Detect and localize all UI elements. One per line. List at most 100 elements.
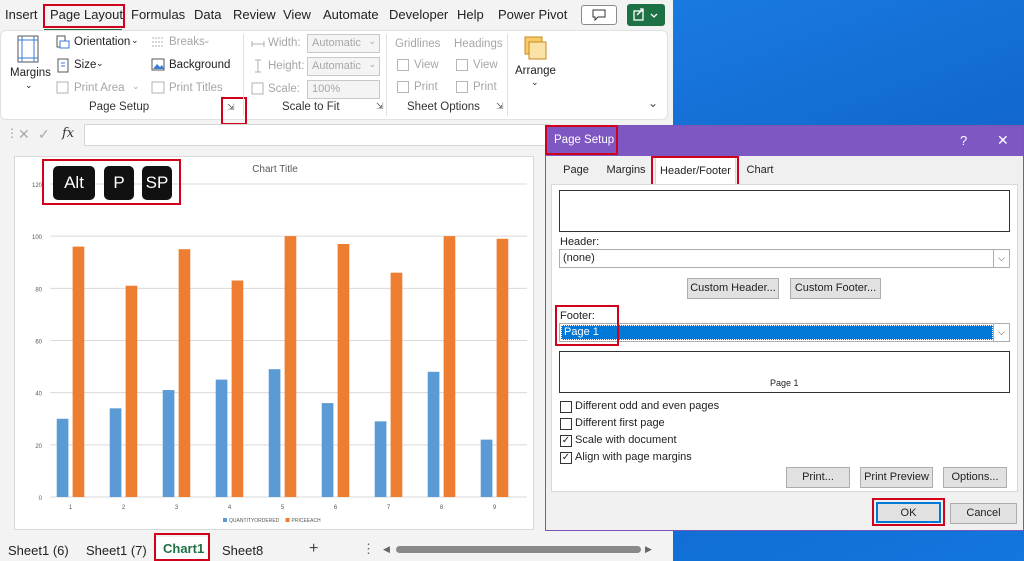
tab-margins[interactable]: Margins	[600, 159, 652, 183]
gridlines-print-label: Print	[414, 81, 438, 93]
scale-to-fit-group-title: Scale to Fit	[282, 101, 340, 113]
print-preview-button[interactable]: Print Preview	[860, 467, 933, 488]
highlight-shortcut-keys	[42, 159, 181, 205]
tab-insert[interactable]: Insert	[5, 7, 38, 22]
group-separator	[243, 34, 244, 116]
tab-data[interactable]: Data	[194, 7, 221, 22]
tab-review[interactable]: Review	[233, 7, 276, 22]
tab-page[interactable]: Page	[555, 159, 597, 183]
scale-spinner[interactable]: 100%	[307, 80, 380, 99]
chevron-down-icon: ⌄	[203, 35, 211, 45]
x-tick-label: 1	[69, 505, 73, 511]
x-tick-label: 5	[281, 505, 285, 511]
width-combobox[interactable]: Automatic ⌄	[307, 34, 380, 53]
height-combobox[interactable]: Automatic ⌄	[307, 57, 380, 76]
different-first-page-checkbox[interactable]: Different first page	[560, 417, 760, 432]
tab-developer[interactable]: Developer	[389, 7, 448, 22]
tab-view[interactable]: View	[283, 7, 311, 22]
cancel-button[interactable]: Cancel	[950, 503, 1017, 524]
chevron-down-icon: ⌵	[993, 250, 1009, 267]
close-button[interactable]: ✕	[997, 132, 1009, 149]
orientation-button[interactable]: Orientation ⌄	[56, 35, 146, 52]
tab-options-icon[interactable]: ⋮	[362, 541, 375, 557]
tab-chart[interactable]: Chart	[740, 159, 780, 183]
print-titles-button[interactable]: Print Titles	[151, 81, 226, 98]
checkbox-label: Align with page margins	[575, 451, 692, 463]
x-tick-label: 4	[228, 505, 232, 511]
bar-priceeach-6	[337, 243, 350, 497]
scale-with-document-checkbox[interactable]: ✓ Scale with document	[560, 434, 760, 449]
cancel-entry-icon[interactable]: ✕	[18, 126, 30, 143]
checkbox-label: Different odd and even pages	[575, 400, 720, 412]
chevron-down-icon: ⌄	[96, 58, 104, 68]
scale-dialog-launcher[interactable]: ⇲	[376, 101, 384, 112]
chart-area[interactable]: Chart Title 0 20 40 60 80 100 120 123456789 QU…	[14, 156, 534, 530]
gridlines-print-checkbox[interactable]	[397, 81, 409, 93]
tab-power-pivot[interactable]: Power Pivot	[498, 7, 567, 22]
share-icon	[633, 8, 658, 21]
size-button[interactable]: Size ⌄	[56, 58, 116, 75]
breaks-label: Breaks	[169, 36, 205, 48]
y-tick-label: 100	[32, 235, 43, 241]
height-value: Automatic	[312, 60, 361, 72]
print-area-button[interactable]: Print Area ⌄	[56, 81, 146, 98]
bar-quantityordered-6	[321, 403, 334, 497]
different-odd-even-checkbox[interactable]: Different odd and even pages	[560, 400, 760, 415]
tab-formulas[interactable]: Formulas	[131, 7, 185, 22]
height-icon	[255, 59, 261, 73]
breaks-button[interactable]: Breaks ⌄	[151, 35, 216, 52]
horizontal-scrollbar[interactable]	[396, 546, 641, 553]
comments-button[interactable]	[581, 5, 617, 25]
margins-button[interactable]: Margins ⌄	[8, 34, 51, 94]
sheet-tab-sheet1-7[interactable]: Sheet1 (7)	[86, 543, 147, 558]
custom-header-button[interactable]: Custom Header...	[687, 278, 779, 299]
y-tick-label: 20	[35, 444, 42, 450]
orientation-icon	[56, 35, 70, 49]
x-tick-label: 6	[334, 505, 338, 511]
options-button[interactable]: Options...	[943, 467, 1007, 488]
share-button[interactable]	[627, 4, 665, 26]
headings-view-label: View	[473, 59, 498, 71]
column-chart: Chart Title 020406080100120 123456789 QU…	[32, 164, 527, 524]
chevron-down-icon: ⌄	[531, 77, 539, 87]
bar-quantityordered-3	[162, 390, 175, 497]
comment-icon	[592, 9, 606, 21]
custom-footer-button[interactable]: Custom Footer...	[790, 278, 881, 299]
headings-print-checkbox[interactable]	[456, 81, 468, 93]
gridlines-view-checkbox[interactable]	[397, 59, 409, 71]
y-tick-label: 0	[39, 496, 43, 502]
background-image-icon	[151, 58, 165, 71]
help-button[interactable]: ?	[960, 133, 967, 148]
bar-priceeach-7	[390, 272, 403, 497]
highlight-chart1-tab	[154, 533, 210, 561]
legend-label: QUANTITYORDERED	[229, 518, 280, 524]
legend-swatch	[223, 518, 227, 522]
insert-function-icon[interactable]: fx	[62, 126, 74, 141]
align-with-margins-checkbox[interactable]: ✓ Align with page margins	[560, 451, 760, 466]
confirm-entry-icon[interactable]: ✓	[38, 126, 50, 143]
tab-help[interactable]: Help	[457, 7, 484, 22]
scroll-left-icon[interactable]: ◀	[383, 544, 390, 555]
footer-select[interactable]: Page 1 ⌵	[559, 323, 1010, 342]
tab-automate[interactable]: Automate	[323, 7, 379, 22]
header-select[interactable]: (none) ⌵	[559, 249, 1010, 268]
width-icon	[251, 41, 265, 47]
print-button[interactable]: Print...	[786, 467, 850, 488]
headings-view-checkbox[interactable]	[456, 59, 468, 71]
background-button[interactable]: Background	[151, 58, 236, 75]
bar-priceeach-3	[178, 249, 191, 497]
sheet-options-dialog-launcher[interactable]: ⇲	[496, 101, 504, 112]
highlight-page-layout-tab	[43, 4, 125, 28]
sheet-tab-sheet8[interactable]: Sheet8	[222, 543, 263, 558]
collapse-ribbon-chevron-icon[interactable]: ⌄	[648, 96, 658, 110]
sheet-tab-sheet1-6[interactable]: Sheet1 (6)	[8, 543, 69, 558]
formula-input[interactable]	[84, 124, 550, 146]
chevron-down-icon: ⌄	[368, 59, 376, 69]
scale-value: 100%	[312, 83, 341, 95]
scroll-right-icon[interactable]: ▶	[645, 544, 652, 555]
footer-selection-highlight	[561, 325, 993, 340]
add-sheet-button[interactable]: +	[309, 540, 318, 558]
arrange-button[interactable]: Arrange ⌄	[512, 34, 558, 94]
checkbox-box	[560, 418, 572, 430]
y-tick-label: 40	[35, 392, 42, 398]
